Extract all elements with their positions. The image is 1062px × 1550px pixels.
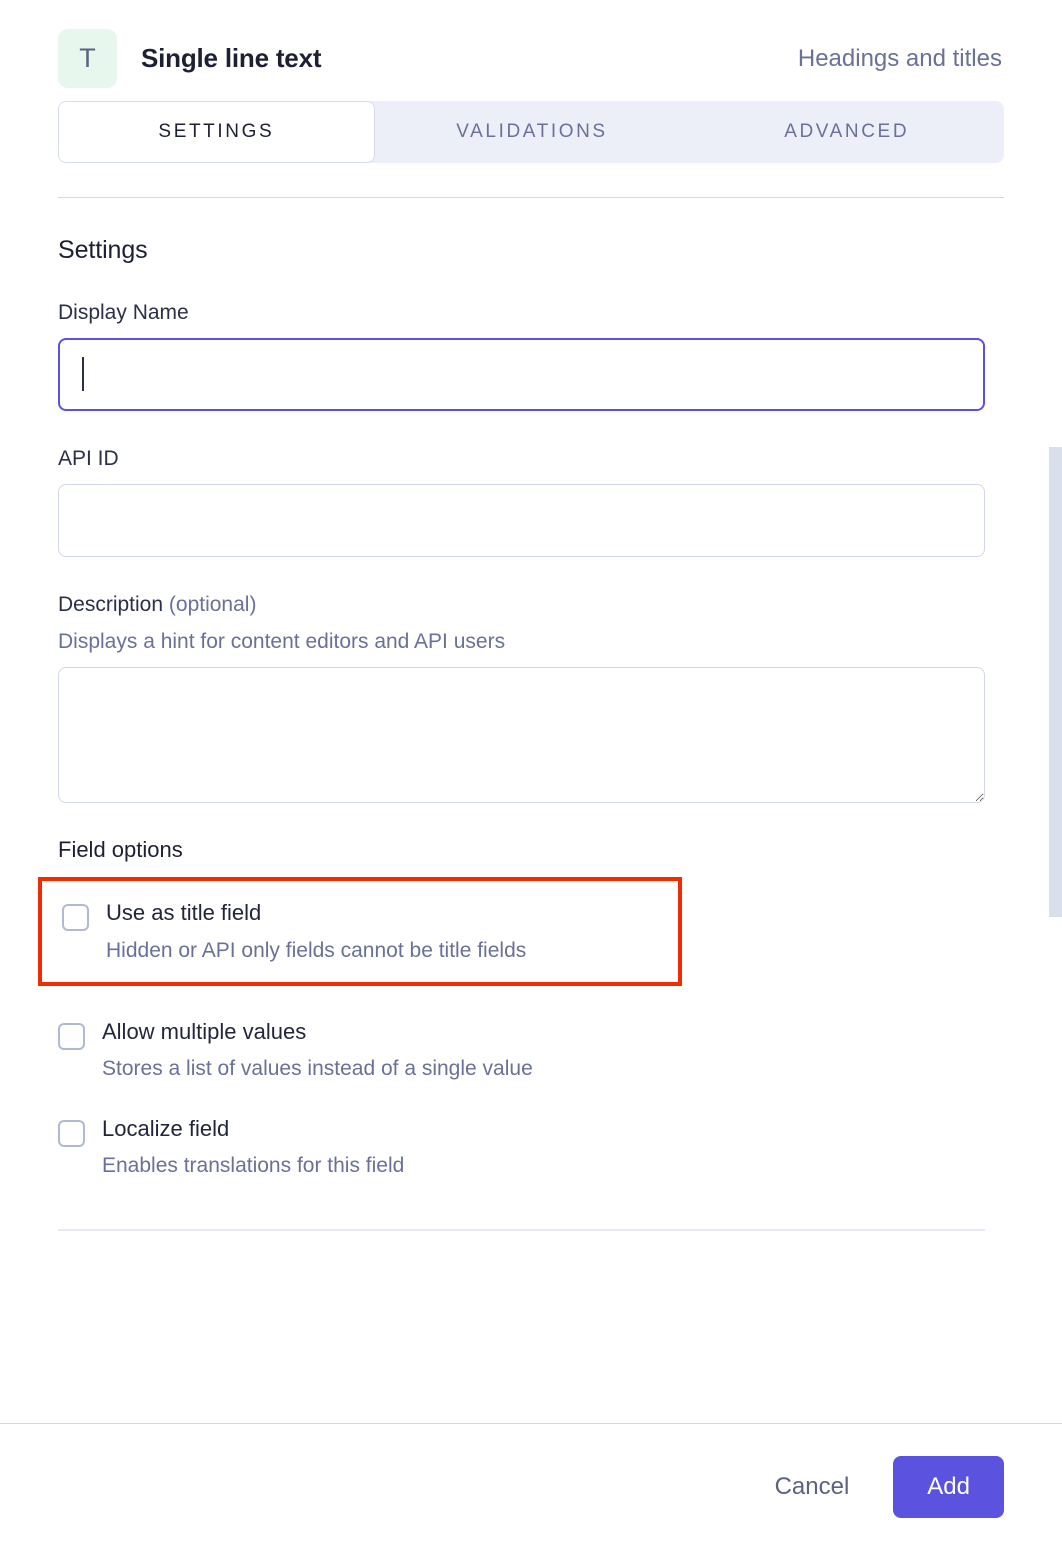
description-label-text: Description (58, 593, 164, 616)
option-label: Use as title field (106, 900, 262, 925)
settings-panel-body: Settings Display Name API ID Description… (0, 236, 1062, 1232)
option-description: Stores a list of values instead of a sin… (102, 1057, 533, 1081)
description-textarea[interactable] (58, 667, 985, 803)
api-id-input[interactable] (58, 484, 985, 557)
checkbox-localize-field[interactable] (58, 1119, 85, 1147)
option-spacer (58, 1083, 1004, 1105)
tab-advanced[interactable]: ADVANCED (689, 101, 1004, 163)
display-name-input[interactable] (58, 338, 985, 411)
option-label: Localize field (102, 1115, 230, 1141)
display-name-label: Display Name (58, 301, 189, 324)
option-label: Allow multiple values (102, 1018, 307, 1044)
description-label: Description (optional) (58, 593, 1004, 617)
checkbox-use-as-title-field[interactable] (62, 904, 89, 931)
display-name-field-wrap (58, 338, 1004, 411)
cancel-button[interactable]: Cancel (763, 1463, 862, 1511)
description-optional-text: (optional) (168, 593, 257, 616)
text-type-icon: T (58, 29, 117, 88)
add-button[interactable]: Add (893, 1456, 1004, 1518)
field-group-label: Headings and titles (797, 44, 1002, 72)
option-description: Hidden or API only fields cannot be titl… (106, 938, 527, 962)
page-title: Single line text (141, 43, 322, 73)
tab-bar-divider (58, 197, 1004, 198)
api-id-label: API ID (58, 447, 119, 470)
option-description: Enables translations for this field (102, 1154, 405, 1177)
tab-settings[interactable]: SETTINGS (58, 101, 375, 163)
type-badge-glyph: T (79, 43, 96, 73)
tab-bar: SETTINGS VALIDATIONS ADVANCED (58, 101, 1004, 163)
section-title: Settings (58, 236, 148, 264)
option-use-as-title-field[interactable]: Use as title field Hidden or API only fi… (38, 877, 682, 986)
header-left: T Single line text (58, 29, 321, 88)
field-options-title: Field options (58, 837, 183, 862)
option-text-allow-multiple-values: Allow multiple values Stores a list of v… (102, 1018, 533, 1083)
section-divider (58, 1229, 985, 1232)
option-text-use-as-title-field: Use as title field Hidden or API only fi… (106, 899, 526, 964)
tab-bar-wrapper: SETTINGS VALIDATIONS ADVANCED (0, 101, 1062, 198)
option-localize-field[interactable]: Localize field Enables translations for … (58, 1105, 1004, 1180)
tab-validations[interactable]: VALIDATIONS (375, 101, 690, 163)
option-spacer (58, 986, 1004, 1008)
checkbox-allow-multiple-values[interactable] (58, 1022, 85, 1050)
text-cursor (82, 357, 84, 391)
panel-footer: Cancel Add (0, 1423, 1062, 1550)
option-text-localize-field: Localize field Enables translations for … (102, 1115, 404, 1180)
panel-header: T Single line text Headings and titles (0, 0, 1062, 92)
option-allow-multiple-values[interactable]: Allow multiple values Stores a list of v… (58, 1008, 1004, 1083)
description-hint: Displays a hint for content editors and … (58, 630, 506, 653)
